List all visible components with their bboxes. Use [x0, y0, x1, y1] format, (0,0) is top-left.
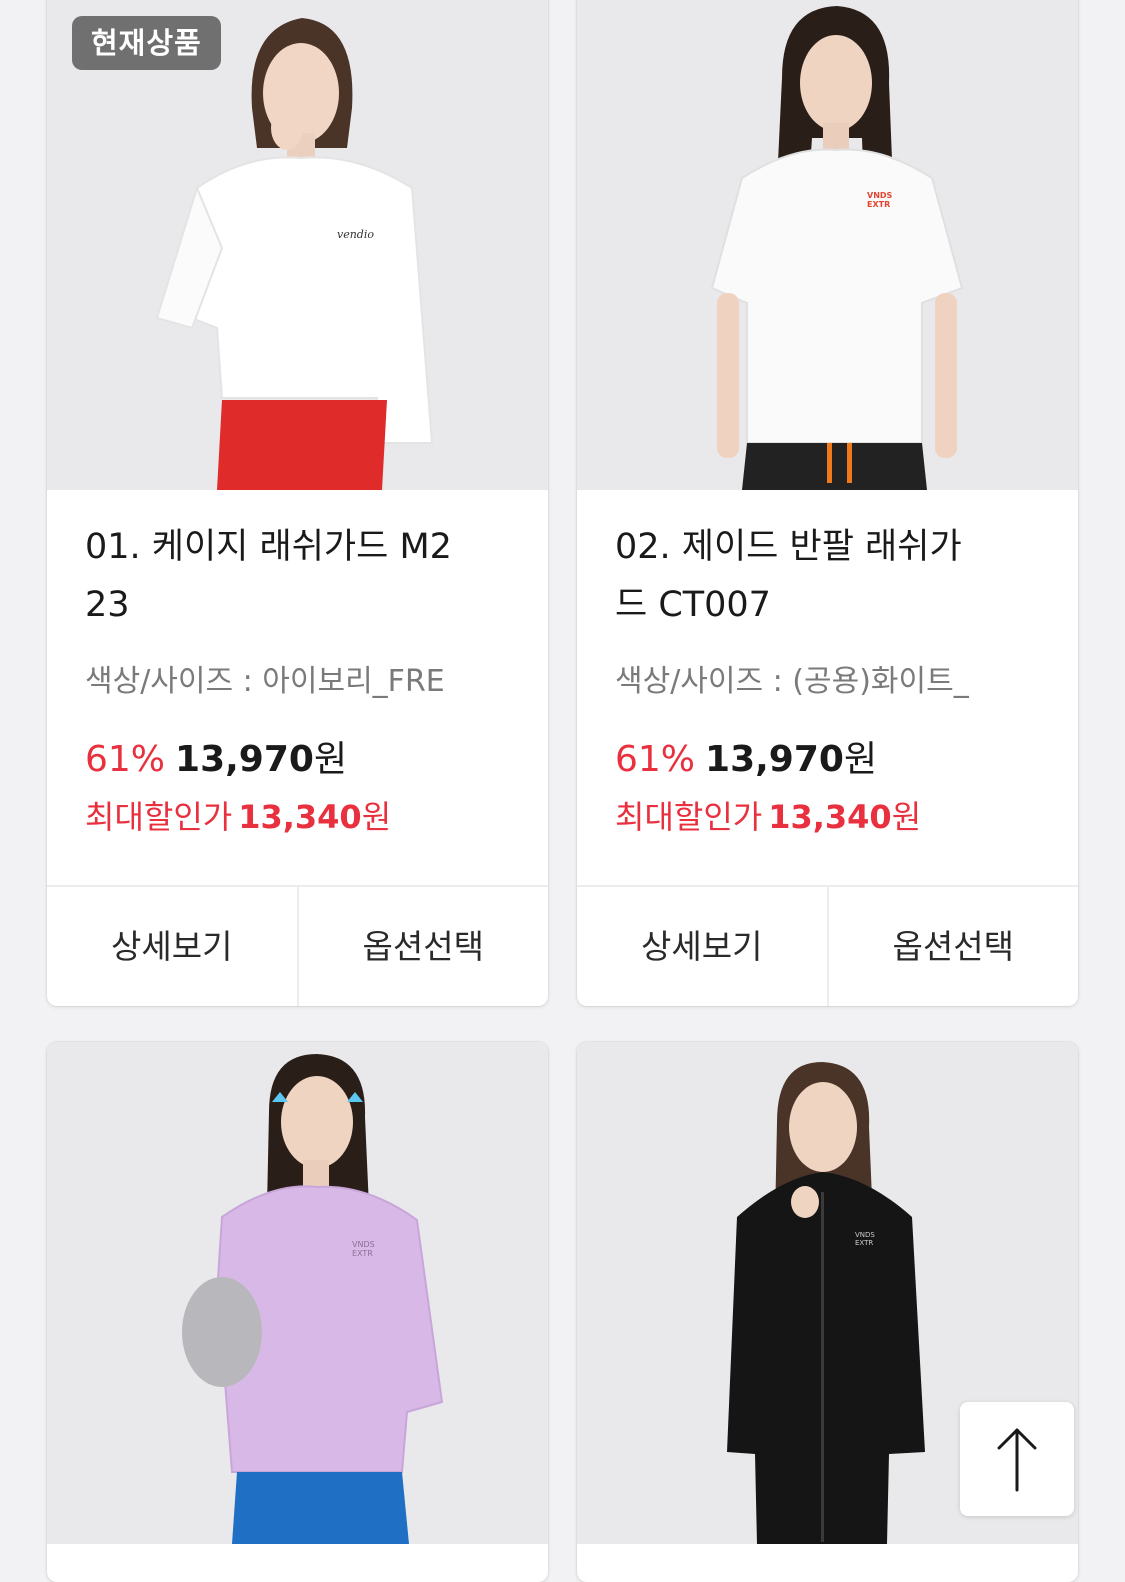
product-image-2[interactable]: VNDS EXTR — [577, 0, 1078, 490]
product-option-2: 색상/사이즈 : (공용)화이트_ — [615, 664, 969, 699]
max-discount-label: 최대할인가 — [85, 798, 233, 836]
select-option-button[interactable]: 옵션선택 — [826, 887, 1079, 1006]
currency-label: 원 — [361, 798, 392, 836]
arrow-up-icon — [997, 1428, 1037, 1492]
discount-rate: 61% — [615, 739, 696, 780]
product-title-line2: 23 — [85, 585, 130, 625]
max-discount-row-1: 최대할인가 13,340원 — [85, 792, 510, 838]
product-title-2[interactable]: 02. 제이드 반팔 래쉬가 드 CT007 — [615, 518, 1040, 634]
product-card-1[interactable]: vendio 현재상품 01. 케이지 래쉬가드 M2 23 색상/사이즈 : … — [47, 0, 548, 1006]
svg-text:EXTR: EXTR — [867, 200, 890, 209]
product-card-3[interactable]: VNDS EXTR — [47, 1042, 548, 1582]
product-title-line1: 02. 제이드 반팔 래쉬가 — [615, 527, 962, 567]
current-product-badge: 현재상품 — [72, 16, 221, 70]
max-discount-label: 최대할인가 — [615, 798, 763, 836]
product-title-line2: 드 CT007 — [615, 585, 771, 625]
max-discount-price: 13,340 — [768, 798, 892, 836]
model-photo-3: VNDS EXTR — [47, 1042, 548, 1544]
currency-label: 원 — [843, 739, 878, 780]
max-discount-price: 13,340 — [238, 798, 362, 836]
scroll-to-top-button[interactable] — [960, 1402, 1074, 1516]
price-row-2: 61% 13,970원 — [615, 730, 1040, 782]
product-image-1[interactable]: vendio 현재상품 — [47, 0, 548, 490]
product-card-2[interactable]: VNDS EXTR 02. 제이드 반팔 래쉬가 드 CT007 색상/사이즈 … — [577, 0, 1078, 1006]
card-actions-2: 상세보기 옵션선택 — [577, 885, 1078, 1006]
svg-text:VNDS: VNDS — [867, 191, 893, 200]
price-row-1: 61% 13,970원 — [85, 730, 510, 782]
currency-label: 원 — [313, 739, 348, 780]
svg-text:VNDS: VNDS — [855, 1231, 875, 1239]
view-detail-button[interactable]: 상세보기 — [577, 887, 827, 1006]
model-photo-1: vendio — [47, 0, 548, 490]
currency-label: 원 — [891, 798, 922, 836]
card-actions-1: 상세보기 옵션선택 — [47, 885, 548, 1006]
product-image-3[interactable]: VNDS EXTR — [47, 1042, 548, 1544]
product-info-1: 01. 케이지 래쉬가드 M2 23 색상/사이즈 : 아이보리_FRE 61%… — [47, 490, 548, 885]
max-discount-row-2: 최대할인가 13,340원 — [615, 792, 1040, 838]
discount-rate: 61% — [85, 739, 166, 780]
svg-text:vendio: vendio — [337, 228, 374, 241]
svg-text:EXTR: EXTR — [855, 1239, 873, 1247]
product-title-line1: 01. 케이지 래쉬가드 M2 — [85, 527, 452, 567]
svg-text:EXTR: EXTR — [352, 1249, 373, 1258]
sale-price: 13,970 — [705, 739, 844, 780]
select-option-button[interactable]: 옵션선택 — [296, 887, 549, 1006]
view-detail-button[interactable]: 상세보기 — [47, 887, 297, 1006]
sale-price: 13,970 — [175, 739, 314, 780]
model-photo-2: VNDS EXTR — [577, 0, 1078, 490]
product-info-2: 02. 제이드 반팔 래쉬가 드 CT007 색상/사이즈 : (공용)화이트_… — [577, 490, 1078, 885]
svg-text:VNDS: VNDS — [352, 1240, 375, 1249]
product-title-1[interactable]: 01. 케이지 래쉬가드 M2 23 — [85, 518, 510, 634]
product-option-1: 색상/사이즈 : 아이보리_FRE — [85, 664, 445, 699]
